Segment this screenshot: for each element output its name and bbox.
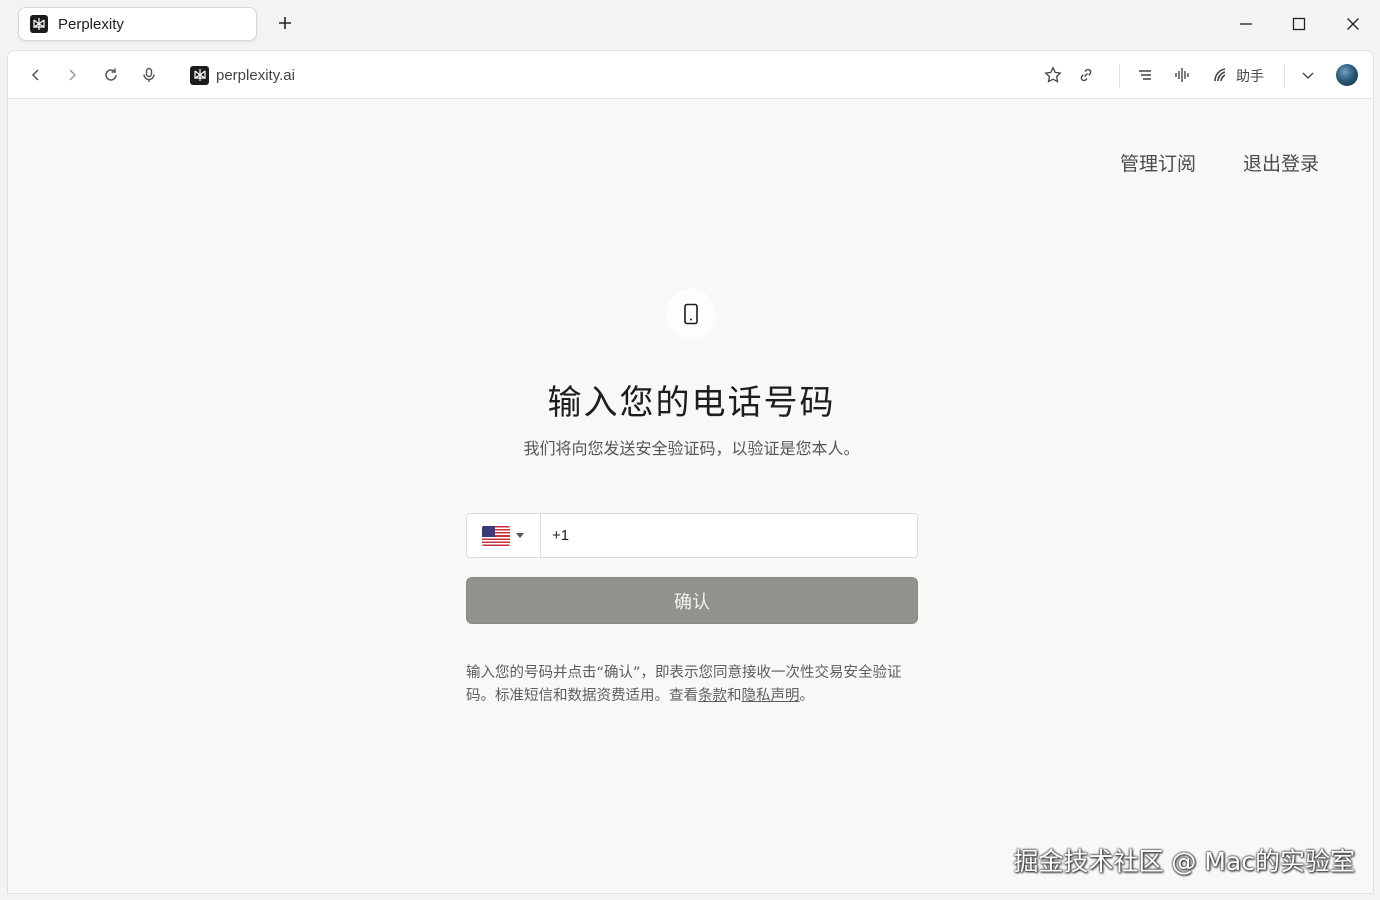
toolbar-divider xyxy=(1119,64,1120,88)
browser-toolbar: perplexity.ai 助手 xyxy=(7,50,1374,99)
phone-number-input[interactable] xyxy=(542,514,917,557)
voice-search-button[interactable] xyxy=(136,62,162,88)
confirm-button[interactable]: 确认 xyxy=(466,577,918,624)
assistant-icon xyxy=(1214,68,1226,82)
copy-link-button[interactable] xyxy=(1073,62,1099,88)
chevron-down-icon xyxy=(1302,72,1314,79)
chevron-left-icon xyxy=(31,69,39,81)
toolbar-divider xyxy=(1284,64,1285,88)
maximize-icon xyxy=(1292,17,1306,31)
minimize-button[interactable] xyxy=(1232,10,1260,38)
assistant-button[interactable] xyxy=(1208,62,1234,88)
maximize-button[interactable] xyxy=(1285,10,1313,38)
reload-button[interactable] xyxy=(98,62,124,88)
tab-title: Perplexity xyxy=(58,15,124,33)
read-aloud-button[interactable] xyxy=(1170,62,1196,88)
profile-avatar[interactable] xyxy=(1336,64,1358,86)
audio-wave-icon xyxy=(1175,68,1189,82)
caret-down-icon xyxy=(516,533,524,538)
star-icon xyxy=(1044,66,1062,83)
disclaimer-text: 输入您的号码并点击“确认”，即表示您同意接收一次性交易安全验证码。标准短信和数据… xyxy=(466,665,902,704)
manage-subscription-link[interactable]: 管理订阅 xyxy=(1120,149,1196,176)
page-content: 管理订阅 退出登录 输入您的电话号码 我们将向您发送安全验证码，以验证是您本人。… xyxy=(7,99,1374,894)
forward-button[interactable] xyxy=(59,62,85,88)
bookmark-button[interactable] xyxy=(1040,62,1066,88)
privacy-link[interactable]: 隐私声明 xyxy=(742,688,800,704)
microphone-icon xyxy=(143,67,155,82)
perplexity-logo-icon xyxy=(190,65,209,85)
terms-link[interactable]: 条款 xyxy=(698,688,727,704)
close-icon xyxy=(1347,18,1359,30)
page-title: 输入您的电话号码 xyxy=(547,383,836,423)
more-menu-button[interactable] xyxy=(1295,62,1321,88)
watermark: 掘金技术社区 @ Mac的实验室 xyxy=(1013,847,1355,876)
phone-badge xyxy=(666,289,716,339)
country-code-select[interactable] xyxy=(467,514,541,557)
mobile-phone-icon xyxy=(684,303,698,325)
reading-list-button[interactable] xyxy=(1132,62,1158,88)
tab-perplexity[interactable]: Perplexity xyxy=(18,7,257,41)
list-icon xyxy=(1139,70,1151,80)
address-url: perplexity.ai xyxy=(216,66,295,84)
assistant-label[interactable]: 助手 xyxy=(1236,66,1264,86)
link-icon xyxy=(1080,68,1092,82)
disclaimer-and: 和 xyxy=(727,688,742,704)
browser-window: Perplexity perplexity.ai 助手 管理订阅 退出登录 输入… xyxy=(0,0,1380,900)
close-button[interactable] xyxy=(1339,10,1367,38)
new-tab-button[interactable] xyxy=(272,10,298,36)
reload-icon xyxy=(105,68,117,81)
consent-disclaimer: 输入您的号码并点击“确认”，即表示您同意接收一次性交易安全验证码。标准短信和数据… xyxy=(466,662,916,708)
us-flag-icon xyxy=(482,525,510,546)
back-button[interactable] xyxy=(23,62,49,88)
tab-strip: Perplexity xyxy=(0,0,1380,50)
chevron-right-icon xyxy=(69,69,77,81)
minimize-icon xyxy=(1240,23,1252,25)
logout-link[interactable]: 退出登录 xyxy=(1243,149,1319,176)
perplexity-logo-icon xyxy=(30,15,48,33)
address-bar[interactable]: perplexity.ai xyxy=(190,64,295,86)
phone-field-group xyxy=(466,513,918,558)
plus-icon xyxy=(279,17,291,29)
page-subtitle: 我们将向您发送安全验证码，以验证是您本人。 xyxy=(523,439,860,458)
disclaimer-end: 。 xyxy=(799,688,815,704)
